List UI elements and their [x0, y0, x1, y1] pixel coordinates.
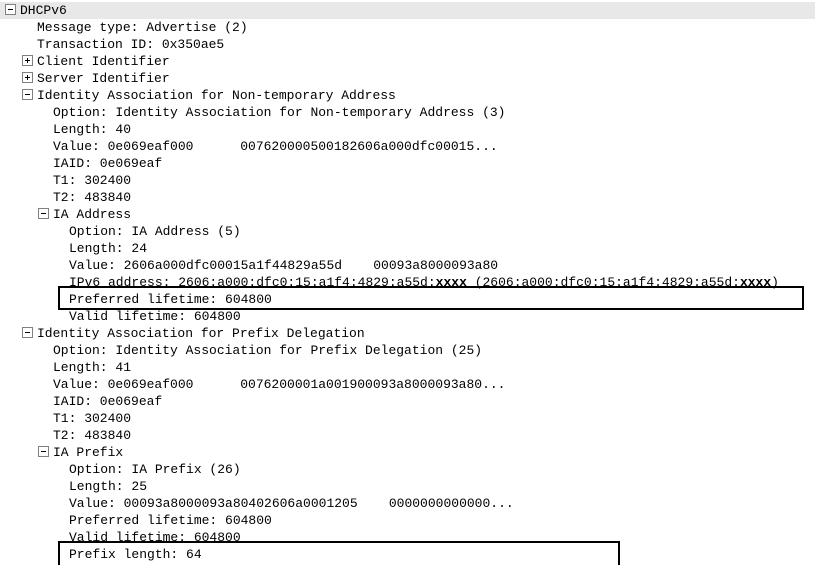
field-ia-pd-length[interactable]: Length: 41 — [0, 359, 815, 376]
label: DHCPv6 — [20, 3, 67, 18]
field-ia-prefix-valid-life[interactable]: Valid lifetime: 604800 — [0, 529, 815, 546]
field-ia-na-value[interactable]: Value: 0e069eaf000 007620000500182606a00… — [0, 138, 815, 155]
collapse-icon[interactable] — [22, 327, 33, 338]
field-ia-prefix-value[interactable]: Value: 00093a8000093a80402606a0001205 00… — [0, 495, 815, 512]
field-prefix-length[interactable]: Prefix length: 64 — [0, 546, 815, 563]
node-dhcpv6[interactable]: DHCPv6 — [0, 2, 815, 19]
node-ia-na[interactable]: Identity Association for Non-temporary A… — [0, 87, 815, 104]
collapse-icon[interactable] — [38, 446, 49, 457]
field-ia-addr-option[interactable]: Option: IA Address (5) — [0, 223, 815, 240]
field-ipv6-address[interactable]: IPv6 address: 2606:a000:dfc0:15:a1f4:482… — [0, 274, 815, 291]
field-ia-na-t2[interactable]: T2: 483840 — [0, 189, 815, 206]
node-ia-prefix[interactable]: IA Prefix — [0, 444, 815, 461]
field-message-type[interactable]: Message type: Advertise (2) — [0, 19, 815, 36]
node-client-identifier[interactable]: Client Identifier — [0, 53, 815, 70]
collapse-icon[interactable] — [5, 4, 16, 15]
field-ia-pd-t1[interactable]: T1: 302400 — [0, 410, 815, 427]
field-ia-prefix-option[interactable]: Option: IA Prefix (26) — [0, 461, 815, 478]
field-ia-na-length[interactable]: Length: 40 — [0, 121, 815, 138]
field-ia-prefix-length[interactable]: Length: 25 — [0, 478, 815, 495]
field-ia-pd-option[interactable]: Option: Identity Association for Prefix … — [0, 342, 815, 359]
field-ia-na-t1[interactable]: T1: 302400 — [0, 172, 815, 189]
expand-icon[interactable] — [22, 55, 33, 66]
node-server-identifier[interactable]: Server Identifier — [0, 70, 815, 87]
field-ia-addr-value[interactable]: Value: 2606a000dfc00015a1f44829a55d 0009… — [0, 257, 815, 274]
field-ia-pd-t2[interactable]: T2: 483840 — [0, 427, 815, 444]
field-ia-addr-valid-life[interactable]: Valid lifetime: 604800 — [0, 308, 815, 325]
field-ia-prefix-pref-life[interactable]: Preferred lifetime: 604800 — [0, 512, 815, 529]
field-ia-addr-length[interactable]: Length: 24 — [0, 240, 815, 257]
field-ia-na-iaid[interactable]: IAID: 0e069eaf — [0, 155, 815, 172]
collapse-icon[interactable] — [38, 208, 49, 219]
field-ia-pd-value[interactable]: Value: 0e069eaf000 0076200001a001900093a… — [0, 376, 815, 393]
collapse-icon[interactable] — [22, 89, 33, 100]
node-ia-address[interactable]: IA Address — [0, 206, 815, 223]
expand-icon[interactable] — [22, 72, 33, 83]
packet-tree: DHCPv6 Message type: Advertise (2) Trans… — [0, 0, 815, 565]
field-ia-na-option[interactable]: Option: Identity Association for Non-tem… — [0, 104, 815, 121]
node-ia-pd[interactable]: Identity Association for Prefix Delegati… — [0, 325, 815, 342]
field-ia-pd-iaid[interactable]: IAID: 0e069eaf — [0, 393, 815, 410]
field-ia-addr-pref-life[interactable]: Preferred lifetime: 604800 — [0, 291, 815, 308]
field-transaction-id[interactable]: Transaction ID: 0x350ae5 — [0, 36, 815, 53]
